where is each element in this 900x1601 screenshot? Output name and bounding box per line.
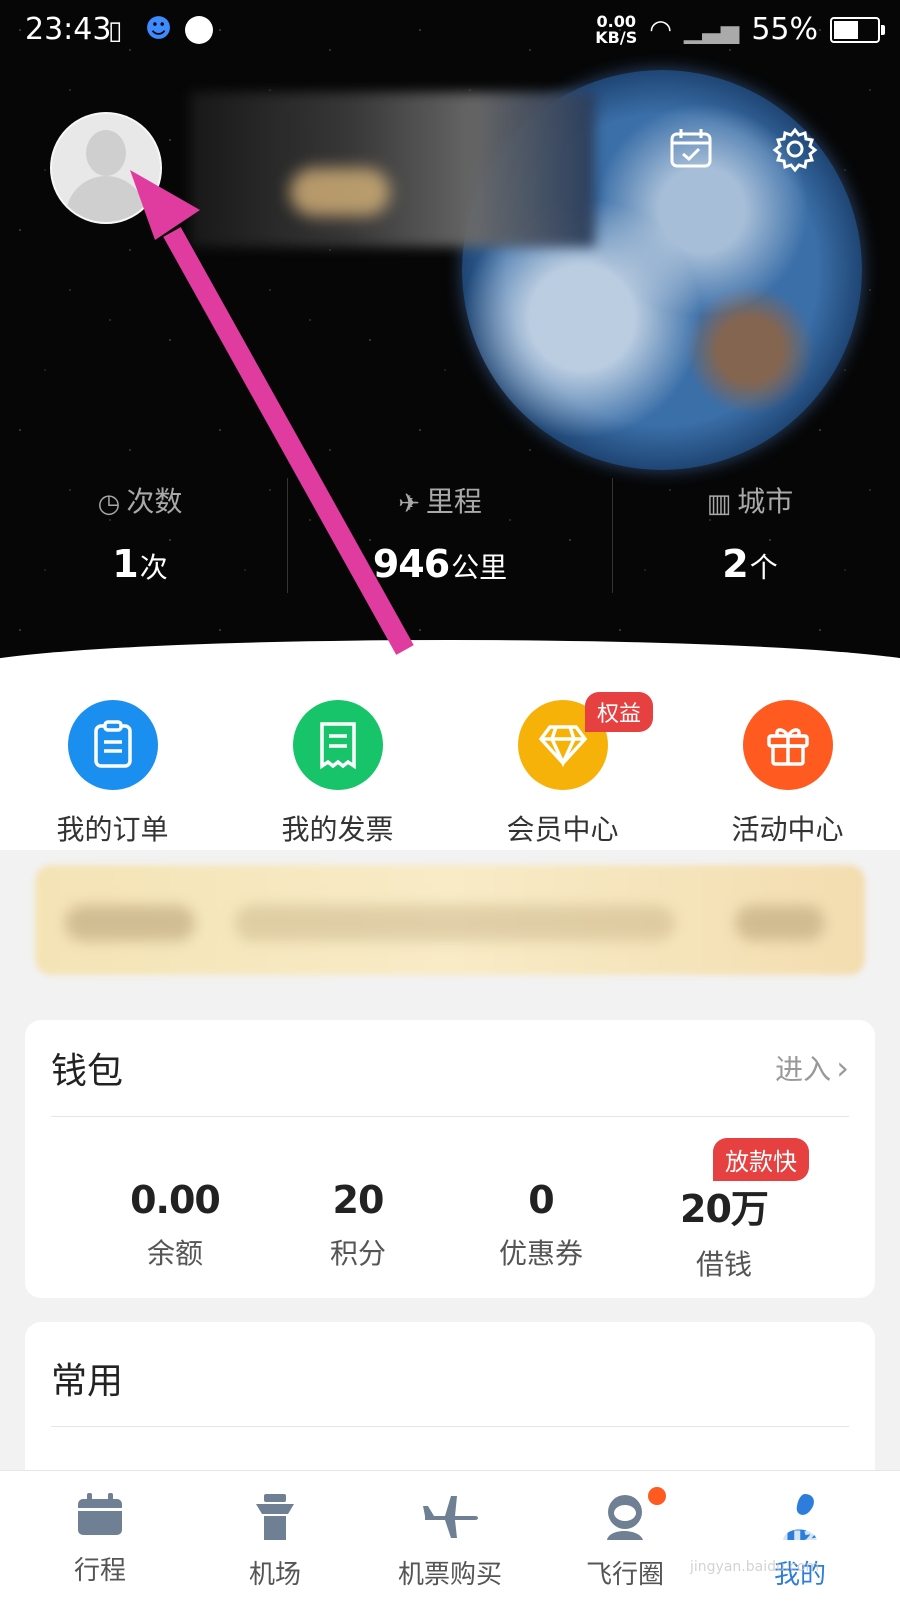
clipboard-icon — [67, 700, 158, 790]
receipt-icon — [292, 700, 383, 790]
promo-banner[interactable] — [35, 865, 865, 975]
avatar-head-icon — [86, 130, 126, 176]
avatar[interactable] — [50, 112, 162, 224]
chevron-right-icon: › — [836, 1049, 849, 1087]
profile-header: ◷ 次数 1次 ✈ 里程 946公里 ▥ 城市 2个 — [0, 0, 900, 700]
stat-count: ◷ 次数 1次 — [97, 485, 183, 586]
stat-mileage: ✈ 里程 946公里 — [372, 485, 508, 586]
battery-percent: 55% — [751, 12, 818, 47]
qq-icon: ☻ — [145, 14, 173, 44]
tab-itinerary[interactable]: 行程 — [10, 1492, 190, 1587]
banner-blot — [235, 905, 675, 941]
wallet-loan[interactable]: 20万 借钱 — [634, 1178, 814, 1283]
gear-icon[interactable] — [772, 126, 818, 173]
banner-blot — [735, 905, 825, 941]
wallet-balance[interactable]: 0.00 余额 — [85, 1178, 265, 1272]
wallet-coupons[interactable]: 0 优惠券 — [451, 1178, 631, 1272]
calendar-check-icon[interactable] — [668, 126, 714, 172]
rights-badge: 权益 — [585, 692, 654, 732]
net-speed: 0.00 KB/S — [595, 11, 638, 47]
vibrate-icon: ▯ — [108, 16, 123, 46]
plane-icon: ✈ — [398, 489, 420, 519]
app-notification-icon — [185, 16, 213, 44]
wallet-card: 钱包 进入 › 0.00 余额 20 积分 0 优惠券 20万 借钱 放款快 — [25, 1020, 875, 1298]
common-title: 常用 — [51, 1361, 124, 1402]
qa-activity-center[interactable]: 活动中心 — [675, 700, 900, 848]
gift-icon — [742, 700, 833, 790]
building-icon: ▥ — [706, 489, 732, 519]
wallet-title: 钱包 — [51, 1051, 124, 1092]
status-time: 23:43 — [25, 12, 112, 47]
qa-my-invoices[interactable]: 我的发票 — [225, 700, 450, 848]
calendar-icon — [10, 1492, 190, 1542]
signal-icon: ▁▃▅ — [683, 15, 740, 44]
divider — [51, 1116, 849, 1117]
qa-my-orders[interactable]: 我的订单 — [0, 700, 225, 848]
blurred-member-badge — [290, 168, 390, 216]
status-bar: 23:43 ▯ ☻ 0.00 KB/S ◠ ▁▃▅ 55% — [0, 0, 900, 64]
wifi-icon: ◠ — [649, 14, 672, 45]
astronaut-icon — [535, 1492, 715, 1546]
fast-loan-badge: 放款快 — [713, 1138, 809, 1181]
banner-blot — [65, 905, 195, 941]
wallet-points[interactable]: 20 积分 — [268, 1178, 448, 1272]
tower-icon — [185, 1492, 365, 1546]
tab-buy-tickets[interactable]: 机票购买 — [360, 1492, 540, 1591]
battery-icon — [830, 16, 885, 43]
tab-airport[interactable]: 机场 — [185, 1492, 365, 1591]
stat-divider — [287, 478, 288, 593]
wallet-enter-link[interactable]: 进入 › — [775, 1048, 849, 1088]
avatar-body-icon — [66, 176, 146, 222]
blurred-user-info — [190, 92, 595, 247]
notification-dot — [648, 1487, 666, 1505]
baidu-watermark: Baidu经验 jingyan.baidu.com — [690, 1518, 875, 1575]
stat-cities: ▥ 城市 2个 — [706, 485, 794, 586]
tab-flight-circle[interactable]: 飞行圈 — [535, 1492, 715, 1591]
clock-icon: ◷ — [97, 489, 121, 519]
airplane-icon — [360, 1492, 540, 1546]
divider — [51, 1426, 849, 1427]
